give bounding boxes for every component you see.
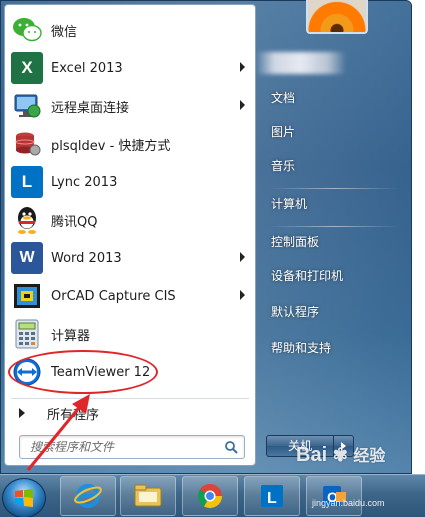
search-icon[interactable] [224,440,238,454]
search-input[interactable] [20,436,220,458]
chrome-icon [198,484,222,509]
right-item-pictures[interactable]: 图片 [264,120,404,144]
submenu-arrow-icon[interactable] [240,100,245,110]
right-item-default-programs[interactable]: 默认程序 [264,300,404,324]
search-box[interactable] [19,435,245,459]
submenu-arrow-icon[interactable] [240,62,245,72]
program-list: 微信 X Excel 2013 远程桌面连接 plsqldev - 快捷方式 L… [5,11,255,391]
lync-icon: L [261,485,283,507]
right-item-label: 计算机 [271,197,308,211]
submenu-arrow-icon[interactable] [240,290,245,300]
program-label: 远程桌面连接 [51,100,130,116]
program-remote-desktop[interactable]: 远程桌面连接 [5,87,255,125]
taskbar-chrome[interactable] [182,476,238,516]
program-calculator[interactable]: 计算器 [5,315,255,353]
internet-explorer-icon [74,484,102,508]
program-word[interactable]: W Word 2013 [5,239,255,277]
program-label: Lync 2013 [51,174,118,190]
windows-logo-icon [15,489,33,507]
calculator-icon [11,318,43,350]
program-label: plsqldev - 快捷方式 [51,138,171,154]
remote-desktop-icon [11,90,43,122]
right-item-control-panel[interactable]: 控制面板 [264,230,404,254]
taskbar-explorer[interactable] [120,476,176,516]
right-item-label: 控制面板 [271,235,320,249]
all-programs-button[interactable]: 所有程序 [5,401,255,425]
blurred-region [256,52,346,74]
separator [270,188,398,189]
right-item-computer[interactable]: 计算机 [264,192,404,216]
right-item-music[interactable]: 音乐 [264,154,404,178]
word-icon: W [11,242,43,274]
watermark-brand: Bai [296,444,328,466]
right-item-label: 设备和打印机 [271,269,344,283]
separator [11,398,249,399]
program-label: 腾讯QQ [51,214,98,230]
wechat-icon [11,14,43,46]
taskbar-outlook[interactable]: O [306,476,362,516]
user-picture[interactable] [306,0,368,34]
program-plsqldev[interactable]: plsqldev - 快捷方式 [5,125,255,163]
right-item-label: 文档 [271,91,296,105]
right-item-label: 默认程序 [271,305,320,319]
file-explorer-icon [134,484,162,507]
watermark: Bai ✾ 经验 [296,442,385,467]
program-excel[interactable]: X Excel 2013 [5,49,255,87]
all-programs-label: 所有程序 [47,407,100,423]
program-label: Word 2013 [51,250,122,266]
right-item-label: 图片 [271,125,296,139]
paw-icon: ✾ [332,445,348,465]
program-qq[interactable]: 腾讯QQ [5,201,255,239]
watermark-suffix: 经验 [353,448,386,465]
program-label: 微信 [51,24,78,40]
right-item-label: 帮助和支持 [271,341,332,355]
excel-icon: X [11,52,43,84]
start-button[interactable] [2,478,46,517]
right-item-devices-printers[interactable]: 设备和打印机 [264,264,404,288]
submenu-arrow-icon[interactable] [240,252,245,262]
teamviewer-icon [11,356,43,388]
plsqldev-icon [11,128,43,160]
lync-icon: L [11,166,43,198]
program-wechat[interactable]: 微信 [5,11,255,49]
program-label: 计算器 [51,328,91,344]
svg-text:L: L [267,490,277,507]
program-label: TeamViewer 12 [51,364,151,380]
right-item-label: 音乐 [271,159,296,173]
program-orcad[interactable]: OrCAD Capture CIS [5,277,255,315]
program-teamviewer[interactable]: TeamViewer 12 [5,353,255,391]
program-lync[interactable]: L Lync 2013 [5,163,255,201]
right-item-documents[interactable]: 文档 [264,86,404,110]
orcad-icon [11,280,43,312]
programs-pane: 微信 X Excel 2013 远程桌面连接 plsqldev - 快捷方式 L… [4,4,256,466]
taskbar-ie[interactable] [60,476,116,516]
taskbar-lync[interactable]: L [244,476,300,516]
qq-icon [11,204,43,236]
right-item-help-support[interactable]: 帮助和支持 [264,336,404,360]
watermark-url: jingyan.baidu.com [312,498,385,508]
program-label: Excel 2013 [51,60,123,76]
separator [270,226,398,227]
chevron-right-icon [19,408,25,418]
program-label: OrCAD Capture CIS [51,288,176,304]
